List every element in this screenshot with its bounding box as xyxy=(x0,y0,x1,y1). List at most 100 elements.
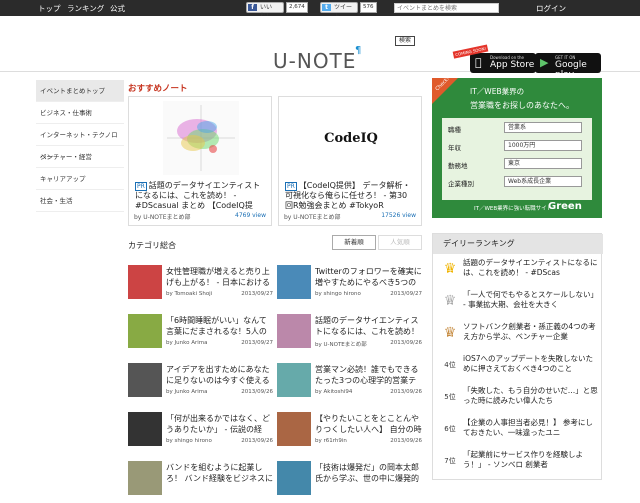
ad-select-company[interactable]: Web系成長企業 xyxy=(504,176,582,187)
ad-line-2: 営業職をお探しのあなたへ。 xyxy=(470,101,574,110)
article-title[interactable]: 「技術は爆発だ」の岡本太郎氏から学ぶ、世の中に爆発的 xyxy=(315,462,422,484)
rank-badge: ♛ 1 xyxy=(441,260,459,278)
ranking-title[interactable]: 【企業の人事担当者必見！】 参考にしておきたい、一味違ったユニ xyxy=(463,418,599,438)
ranking-title[interactable]: 「起業前にサービス作りを経験しよう！」 - ソンベロ 創業者 xyxy=(463,450,599,470)
card-title[interactable]: PR 【CodeIQ提供】 データ解析・可視化なら俺らに任せろ！ - 第30回R勉… xyxy=(285,181,415,211)
sidebar-item-internet-tech[interactable]: インターネット・テクノロジー xyxy=(36,124,124,161)
tweet-button[interactable]: t ツイート xyxy=(320,2,358,20)
article-title[interactable]: バンドを組むように起業しろ！ バンド経験をビジネスに xyxy=(166,462,273,484)
ranking-item[interactable]: ♛ 3 ソフトバンク創業者・孫正義の4つの考え方から学ぶ、ベンチャー企業 xyxy=(433,322,603,354)
facebook-like-button[interactable]: f いいね！ xyxy=(246,2,284,20)
rank-number: 4位 xyxy=(444,361,456,369)
article-date: 2013/09/27 xyxy=(241,291,273,297)
ranking-item[interactable]: 7位 「起業前にサービス作りを経験しよう！」 - ソンベロ 創業者 xyxy=(433,450,603,482)
article-title[interactable]: 営業マン必読！誰でもできるたった3つの心理学的営業テ xyxy=(315,364,422,386)
ranking-title[interactable]: 話題のデータサイエンティストになるには、これを読め！ - #DScas xyxy=(463,258,599,278)
article-author[interactable]: by Junko Arima xyxy=(166,389,207,395)
play-icon: ▶ xyxy=(540,56,549,69)
article-title[interactable]: Twitterのフォロワーを確実に増やすためにやるべき5つの xyxy=(315,266,422,288)
article-date: 2013/09/26 xyxy=(241,389,273,395)
rank-number: 7位 xyxy=(444,457,456,465)
article-item[interactable]: 営業マン必読！誰でもできるたった3つの心理学的営業テ by Akitoshi94 2… xyxy=(277,363,422,405)
article-thumbnail[interactable] xyxy=(277,265,311,299)
tweet-count: 576 xyxy=(360,2,377,13)
ranking-title[interactable]: 「一人で何でもやるとスケールしない」 - 事業拡大期、会社を大きく xyxy=(463,290,599,310)
search-button[interactable]: 検索 xyxy=(395,36,415,46)
article-item[interactable]: 話題のデータサイエンティストになるには、これを読め！ - by U-NOTEまとめ… xyxy=(277,314,422,356)
article-item[interactable]: アイデアを出すためにあなたに足りないのは今すぐ使える by Junko Arima… xyxy=(128,363,273,405)
recommended-card[interactable]: PR 話題のデータサイエンティストになるには、これを読め！ - #DScasual… xyxy=(128,96,272,226)
sidebar-item-career[interactable]: キャリアアップ xyxy=(36,168,124,190)
site-header: 検索 U-NOTE¶  Download on the App Store C… xyxy=(0,16,640,80)
ranking-item[interactable]: ♛ 1 話題のデータサイエンティストになるには、これを読め！ - #DScas xyxy=(433,258,603,290)
tab-popular[interactable]: 人気順 xyxy=(378,235,422,250)
article-item[interactable]: バンドを組むように起業しろ！ バンド経験をビジネスに xyxy=(128,461,273,503)
article-author[interactable]: by shingo hirono xyxy=(166,438,212,444)
green-job-ad[interactable]: Check! IT／WEB業界の 営業職をお探しのあなたへ。 職種 営業系 年収… xyxy=(432,76,602,218)
article-thumbnail[interactable] xyxy=(277,412,311,446)
article-item[interactable]: 「何が出来るかではなく、どうありたいか」 - 伝説の経 by shingo hir… xyxy=(128,412,273,454)
article-thumbnail[interactable] xyxy=(128,314,162,348)
article-author[interactable]: by Tomoaki Shoji xyxy=(166,291,212,297)
article-author[interactable]: by U-NOTEまとめ部 xyxy=(315,340,367,348)
article-item[interactable]: 「技術は爆発だ」の岡本太郎氏から学ぶ、世の中に爆発的 xyxy=(277,461,422,503)
article-author[interactable]: by r61rh9in xyxy=(315,438,347,444)
rank-badge: 6位 xyxy=(441,420,459,438)
article-title[interactable]: 「6時間睡眠がいい」なんて言葉にだまされるな！5人の xyxy=(166,315,273,337)
nav-top[interactable]: トップ xyxy=(38,3,61,14)
rank-number: 6位 xyxy=(444,425,456,433)
ad-select-job[interactable]: 営業系 xyxy=(504,122,582,133)
ranking-item[interactable]: 4位 iOS7へのアップデートを失敗しないために押さえておくべき4つのこと xyxy=(433,354,603,386)
pr-badge: PR xyxy=(285,182,297,191)
article-author[interactable]: by Akitoshi94 xyxy=(315,389,352,395)
ad-select-location[interactable]: 東京 xyxy=(504,158,582,169)
sidebar-item-venture[interactable]: ベンチャー・経営 xyxy=(36,146,124,168)
article-item[interactable]: Twitterのフォロワーを確実に増やすためにやるべき5つの by shingo … xyxy=(277,265,422,307)
article-thumbnail[interactable] xyxy=(128,363,162,397)
login-link[interactable]: ログイン xyxy=(536,3,566,14)
article-thumbnail[interactable] xyxy=(277,461,311,495)
sidebar-item-society[interactable]: 社会・生活 xyxy=(36,190,124,212)
article-item[interactable]: 【やりたいことをとことんやりつくしたい人へ】 自分の時 by r61rh9in 20… xyxy=(277,412,422,454)
article-thumbnail[interactable] xyxy=(277,314,311,348)
article-title[interactable]: アイデアを出すためにあなたに足りないのは今すぐ使える xyxy=(166,364,273,386)
google-play-badge[interactable]: ▶ GET IT ON Google play xyxy=(535,53,601,80)
rank-badge: ♛ 3 xyxy=(441,324,459,342)
ad-label-location: 勤務地 xyxy=(448,162,468,170)
article-thumbnail[interactable] xyxy=(128,412,162,446)
ranking-item[interactable]: ♛ 2 「一人で何でもやるとスケールしない」 - 事業拡大期、会社を大きく xyxy=(433,290,603,322)
site-logo[interactable]: U-NOTE ¶ xyxy=(273,45,361,73)
article-author[interactable]: by shingo hirono xyxy=(315,291,361,297)
article-date: 2013/09/26 xyxy=(390,438,422,444)
article-thumbnail[interactable] xyxy=(128,265,162,299)
article-title[interactable]: 話題のデータサイエンティストになるには、これを読め！ - xyxy=(315,315,422,337)
article-title[interactable]: 女性管理職が増えると売り上げも上がる！ - 日本における xyxy=(166,266,273,288)
search-input[interactable] xyxy=(394,3,499,13)
article-thumbnail[interactable] xyxy=(277,363,311,397)
article-item[interactable]: 「6時間睡眠がいい」なんて言葉にだまされるな！5人の by Junko Arima… xyxy=(128,314,273,356)
sidebar-item-business[interactable]: ビジネス・仕事術 xyxy=(36,102,124,124)
article-author[interactable]: by Junko Arima xyxy=(166,340,207,346)
article-title[interactable]: 【やりたいことをとことんやりつくしたい人へ】 自分の時 xyxy=(315,413,422,435)
ranking-title[interactable]: 「失敗した、もう自分のせいだ…」と思った時に読みたい偉人たち xyxy=(463,386,599,406)
article-thumbnail[interactable] xyxy=(128,461,162,495)
ad-select-salary[interactable]: 1000万円 xyxy=(504,140,582,151)
nav-official[interactable]: 公式 xyxy=(110,3,125,14)
category-heading: カテゴリ総合 xyxy=(128,241,176,250)
like-count: 2,674 xyxy=(286,2,308,13)
tab-newest[interactable]: 新着順 xyxy=(332,235,376,250)
app-store-badge[interactable]:  Download on the App Store xyxy=(470,53,536,73)
ranking-title[interactable]: ソフトバンク創業者・孫正義の4つの考え方から学ぶ、ベンチャー企業 xyxy=(463,322,599,342)
ranking-item[interactable]: 6位 【企業の人事担当者必見！】 参考にしておきたい、一味違ったユニ xyxy=(433,418,603,450)
recommended-card[interactable]: CodeIQ PR 【CodeIQ提供】 データ解析・可視化なら俺らに任せろ！ -… xyxy=(278,96,422,226)
article-item[interactable]: 女性管理職が増えると売り上げも上がる！ - 日本における by Tomoaki S… xyxy=(128,265,273,307)
article-title[interactable]: 「何が出来るかではなく、どうありたいか」 - 伝説の経 xyxy=(166,413,273,435)
ad-label-company: 企業種別 xyxy=(448,180,474,188)
ranking-item[interactable]: 5位 「失敗した、もう自分のせいだ…」と思った時に読みたい偉人たち xyxy=(433,386,603,418)
card-thumbnail: CodeIQ xyxy=(313,101,389,175)
nav-ranking[interactable]: ランキング xyxy=(67,3,104,14)
rank-number: 1 xyxy=(448,268,452,275)
card-title[interactable]: PR 話題のデータサイエンティストになるには、これを読め！ - #DScasual… xyxy=(135,181,265,211)
sidebar-item-event-top[interactable]: イベントまとめトップ xyxy=(36,80,124,102)
ranking-title[interactable]: iOS7へのアップデートを失敗しないために押さえておくべき4つのこと xyxy=(463,354,599,374)
